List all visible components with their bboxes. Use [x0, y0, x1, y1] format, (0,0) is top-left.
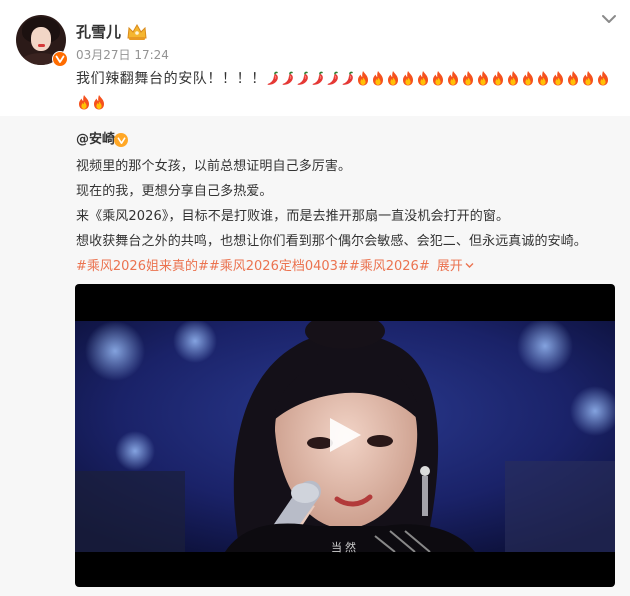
post-timestamp[interactable]: 03月27日 17:24: [76, 48, 169, 62]
fire-icon: [388, 71, 399, 86]
fire-icon: [403, 71, 414, 86]
repost-text-line: 视频里的那个女孩，以前总想证明自己多厉害。: [76, 159, 352, 174]
chili-pepper-icon: [312, 71, 324, 85]
fire-icon: [78, 95, 89, 110]
video-subtitle: 当然: [331, 541, 359, 554]
chili-pepper-icon: [327, 71, 339, 85]
video-player[interactable]: 当然: [75, 284, 615, 587]
repost-text-line: 现在的我，更想分享自己多热爱。: [76, 184, 273, 199]
repost-author[interactable]: @安崎: [76, 131, 115, 149]
fire-icon: [418, 71, 429, 86]
username[interactable]: 孔雪儿: [76, 22, 121, 42]
fire-icon: [523, 71, 534, 86]
fire-icon: [448, 71, 459, 86]
chili-pepper-icon: [297, 71, 309, 85]
repost-card[interactable]: @安崎 视频里的那个女孩，以前总想证明自己多厉害。 现在的我，更想分享自己多热爱…: [0, 116, 630, 596]
fire-icon: [478, 71, 489, 86]
topic-link[interactable]: #乘风2026#: [349, 259, 430, 274]
fire-icon: [598, 71, 609, 86]
fire-icon: [373, 71, 384, 86]
fire-icon: [433, 71, 444, 86]
chili-pepper-icon: [282, 71, 294, 85]
expand-button[interactable]: 展开: [437, 259, 474, 274]
fire-icon: [358, 71, 369, 86]
fire-icon: [493, 71, 504, 86]
topic-link[interactable]: #乘风2026姐来真的#: [76, 259, 209, 274]
repost-text-line: 来《乘风2026》，目标不是打败谁，而是去推开那扇一直没机会打开的窗。: [76, 209, 510, 224]
fire-icon: [583, 71, 594, 86]
post-text-content: 我们辣翻舞台的安队！！！！: [76, 71, 266, 87]
chili-pepper-icon: [342, 71, 354, 85]
fire-icon: [568, 71, 579, 86]
fire-icon: [538, 71, 549, 86]
fire-icon: [553, 71, 564, 86]
topic-link[interactable]: #乘风2026定档0403#: [209, 259, 349, 274]
verified-icon: [52, 51, 68, 67]
repost-text-line: 想收获舞台之外的共鸣，也想让你们看到那个偶尔会敏感、会犯二、但永远真诚的安崎。: [76, 234, 587, 249]
chili-pepper-icon: [267, 71, 279, 85]
fire-icon: [508, 71, 519, 86]
fire-icon: [93, 95, 104, 110]
crown-icon: [127, 23, 147, 40]
verified-icon: [114, 133, 128, 147]
topics-row: #乘风2026姐来真的##乘风2026定档0403##乘风2026# 展开: [76, 258, 474, 276]
play-icon[interactable]: [326, 415, 364, 455]
chevron-down-icon[interactable]: [600, 12, 618, 26]
fire-icon: [463, 71, 474, 86]
chevron-down-icon: [465, 263, 474, 268]
